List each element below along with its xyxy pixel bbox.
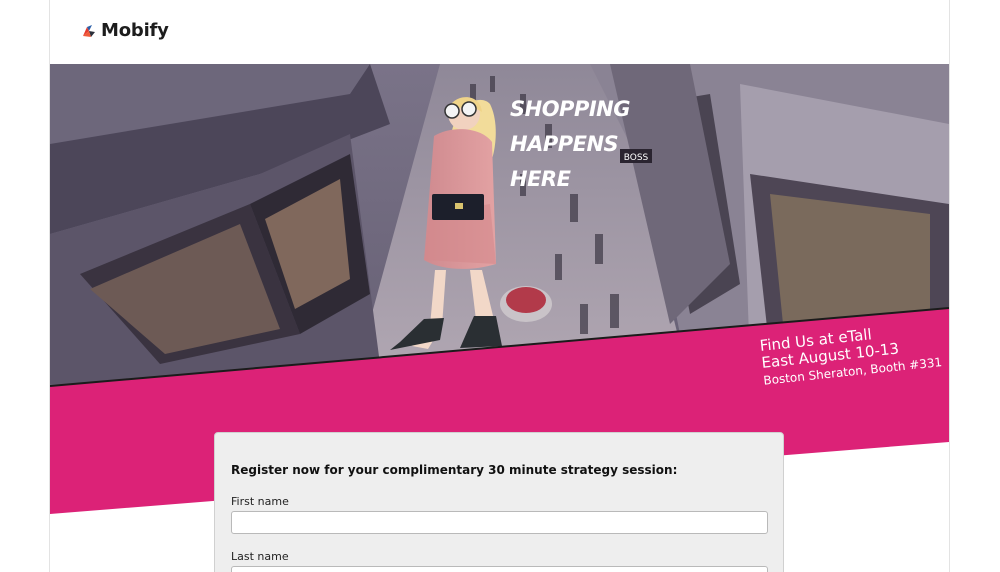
page-frame: Mobify BOSS SHOPPING HAPPENS HERE Find U…: [49, 0, 950, 572]
hero-headline: SHOPPING HAPPENS HERE: [510, 92, 630, 197]
brand-logo[interactable]: Mobify: [81, 20, 169, 41]
hero-headline-line: HERE: [510, 167, 571, 191]
mobify-logo-icon: [83, 24, 95, 37]
first-name-input[interactable]: [231, 511, 768, 534]
hero-banner: BOSS SHOPPING HAPPENS HERE Find Us at eT…: [50, 64, 949, 572]
site-header: Mobify: [50, 0, 949, 64]
first-name-label: First name: [231, 495, 289, 508]
form-title: Register now for your complimentary 30 m…: [231, 463, 678, 477]
hero-headline-line: SHOPPING: [510, 97, 630, 121]
last-name-label: Last name: [231, 550, 289, 563]
brand-name: Mobify: [101, 20, 169, 41]
last-name-input[interactable]: [231, 566, 768, 572]
registration-form: Register now for your complimentary 30 m…: [214, 432, 784, 572]
hero-headline-line: HAPPENS: [510, 132, 619, 156]
